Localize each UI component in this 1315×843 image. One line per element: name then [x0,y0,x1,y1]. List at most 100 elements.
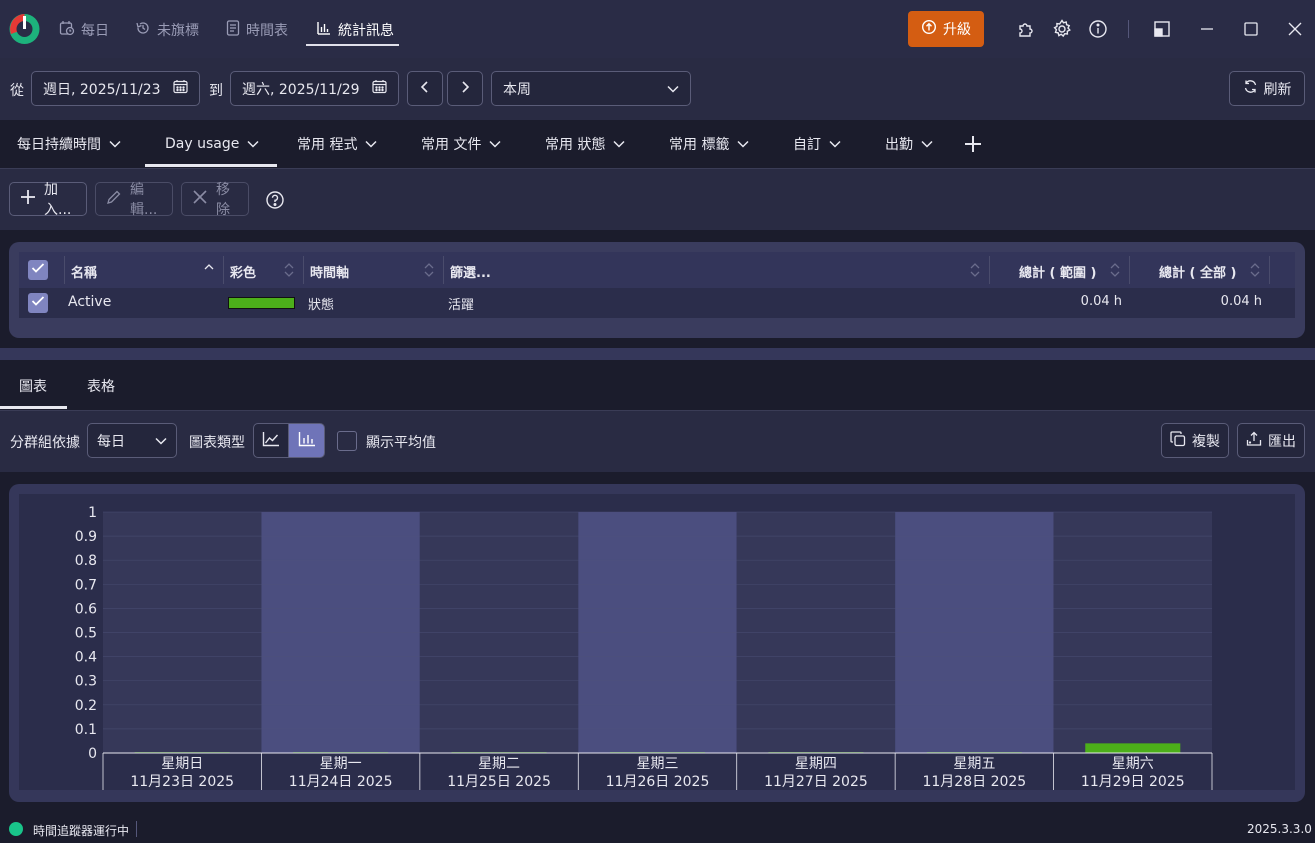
help-icon[interactable] [265,190,285,210]
view-tab-label: 出勤 [885,137,913,153]
bar-chart-icon [298,431,316,451]
y-tick-label: 0.3 [75,674,97,690]
column-divider [64,256,65,284]
maximize-icon[interactable] [1240,18,1262,40]
group-by-select[interactable]: 每日 [87,423,177,458]
view-tab-custom[interactable]: 自訂 [793,120,841,168]
sort-icon[interactable] [1109,261,1121,283]
nav-tab-unflagged[interactable]: 未旗標 [135,14,199,46]
to-label: 到 [209,83,223,99]
y-tick-label: 0.7 [75,577,97,593]
y-tick-label: 0.9 [75,529,97,545]
plus-icon [20,189,36,209]
y-tick-label: 0.6 [75,601,97,617]
add-label: 加入... [44,182,72,218]
chevron-down-icon [155,433,167,449]
view-tab-label: 自訂 [793,137,821,153]
show-average-label: 顯示平均值 [366,435,436,451]
nav-tab-statistics[interactable]: 統計訊息 [316,14,394,46]
close-icon[interactable] [1284,18,1306,40]
row-checkbox[interactable] [28,293,48,313]
checkmark-icon [31,295,45,311]
row-total-all: 0.04 h [1220,294,1262,309]
settings-gear-icon[interactable] [1051,18,1073,40]
tab-table[interactable]: 表格 [87,376,115,396]
view-tab-top-states[interactable]: 常用 狀態 [545,120,625,168]
chevron-down-icon [667,81,679,97]
export-button[interactable]: 匯出 [1237,423,1305,458]
view-tab-daily-duration[interactable]: 每日持續時間 [17,120,121,168]
from-date-value: 週日, 2025/11/23 [43,81,161,98]
copy-button[interactable]: 複製 [1161,423,1229,458]
column-header-timeline[interactable]: 時間軸 [310,262,349,281]
plugin-icon[interactable] [1015,18,1037,40]
upgrade-button[interactable]: 升級 [908,11,984,47]
line-chart-toggle[interactable] [253,423,289,458]
x-tick-label: 星期四 [795,756,837,772]
nav-tab-label: 未旗標 [157,23,199,39]
column-header-name[interactable]: 名稱 [71,262,97,281]
remove-series-button[interactable]: 移除 [181,182,249,218]
sort-icon[interactable] [969,261,981,283]
nav-tab-daily[interactable]: 每日 [59,14,109,46]
pencil-icon [106,189,122,209]
x-tick-date-label: 11月24日 2025 [289,774,393,790]
from-date-picker[interactable]: 週日, 2025/11/23 [31,71,200,106]
export-label: 匯出 [1268,433,1296,450]
view-tab-label: 常用 文件 [421,137,482,153]
edit-label: 編輯... [130,182,158,218]
edit-series-button[interactable]: 編輯... [95,182,173,218]
tab-chart[interactable]: 圖表 [19,376,47,396]
status-bar [0,815,1315,843]
view-tab-top-programs[interactable]: 常用 程式 [297,120,377,168]
sort-icon[interactable] [1249,261,1261,283]
view-tab-day-usage[interactable]: Day usage [165,120,259,168]
view-tab-top-tags[interactable]: 常用 標籤 [669,120,749,168]
x-tick-label: 星期日 [161,756,203,772]
nav-tab-timesheet[interactable]: 時間表 [226,14,288,46]
column-divider [989,256,990,284]
show-average-checkbox[interactable] [337,431,357,451]
column-divider [303,256,304,284]
compact-mode-icon[interactable] [1151,18,1173,40]
x-tick-date-label: 11月23日 2025 [130,774,234,790]
copy-icon [1170,430,1186,451]
chevron-down-icon [829,136,841,152]
refresh-button[interactable]: 刷新 [1229,71,1305,106]
to-date-picker[interactable]: 週六, 2025/11/29 [230,71,399,106]
add-series-button[interactable]: 加入... [9,182,87,218]
column-header-total-range[interactable]: 總計 ( 範圍 ) [1019,262,1096,281]
y-tick-label: 0.2 [75,698,97,714]
x-tick-label: 星期三 [637,756,679,772]
previous-period-button[interactable] [407,71,443,106]
column-header-color[interactable]: 彩色 [230,262,256,281]
row-filter: 活躍 [448,298,475,313]
row-timeline: 狀態 [308,298,335,313]
sort-icon[interactable] [283,261,295,283]
bar-chart-icon [316,20,332,40]
column-divider [443,256,444,284]
next-period-button[interactable] [447,71,483,106]
splitter[interactable] [0,348,1315,360]
column-header-total-all[interactable]: 總計 ( 全部 ) [1159,262,1236,281]
period-select[interactable]: 本周 [491,71,691,106]
bar-chart-toggle[interactable] [288,423,325,458]
copy-label: 複製 [1192,433,1220,450]
column-header-filter[interactable]: 篩選... [450,262,491,281]
row-color-swatch[interactable] [228,297,295,309]
chevron-down-icon [247,136,259,152]
add-tab-plus-icon[interactable] [962,133,984,155]
select-all-checkbox[interactable] [28,260,48,280]
sort-icon[interactable] [423,261,435,283]
view-tab-top-documents[interactable]: 常用 文件 [421,120,501,168]
minimize-icon[interactable] [1196,18,1218,40]
info-icon[interactable] [1087,18,1109,40]
document-icon [226,20,240,40]
sort-asc-icon[interactable] [203,261,215,281]
bar [1085,743,1181,753]
row-color-swatch-fill [229,298,294,308]
export-icon [1246,431,1262,451]
chevron-down-icon [365,136,377,152]
app-logo-icon [9,12,40,46]
view-tab-attendance[interactable]: 出勤 [885,120,933,168]
